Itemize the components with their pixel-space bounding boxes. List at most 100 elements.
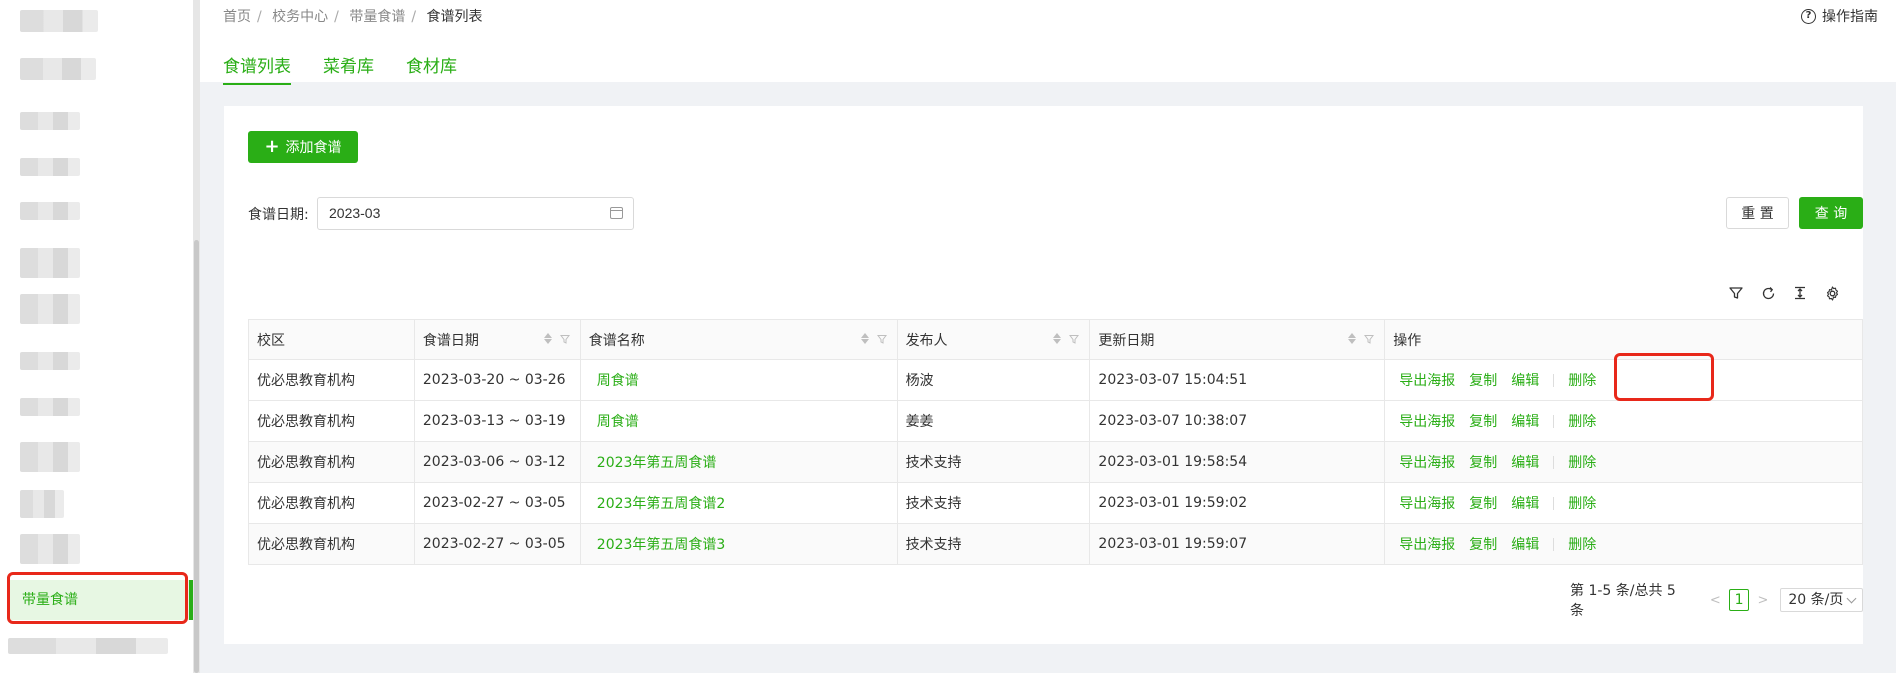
sort-icon xyxy=(543,333,552,344)
page-1-button[interactable]: 1 xyxy=(1728,589,1750,611)
next-page-icon[interactable]: > xyxy=(1757,593,1768,608)
cell-updated: 2023-03-07 15:04:51 xyxy=(1089,359,1386,401)
sidebar-item-blurred[interactable] xyxy=(20,534,80,564)
export-poster-link[interactable]: 导出海报 xyxy=(1399,493,1455,513)
sort-filter-icons[interactable] xyxy=(860,333,887,344)
sort-filter-icons[interactable] xyxy=(543,333,570,344)
export-poster-link[interactable]: 导出海报 xyxy=(1399,411,1455,431)
sidebar-item-blurred[interactable] xyxy=(20,112,80,130)
cell-updated: 2023-03-07 10:38:07 xyxy=(1089,400,1386,442)
copy-link[interactable]: 复制 xyxy=(1469,411,1497,431)
sort-filter-icons[interactable] xyxy=(1053,333,1080,344)
sidebar-item-blurred[interactable] xyxy=(20,442,80,472)
sidebar-item-blurred[interactable] xyxy=(20,248,80,278)
export-poster-link[interactable]: 导出海报 xyxy=(1399,370,1455,390)
recipe-date-picker[interactable]: 2023-03 xyxy=(317,197,634,230)
action-divider xyxy=(1553,414,1555,428)
edit-link[interactable]: 编辑 xyxy=(1511,452,1539,472)
prev-page-icon[interactable]: < xyxy=(1710,593,1721,608)
page-size-select[interactable]: 20 条/页 xyxy=(1780,588,1863,612)
sidebar-item-blurred[interactable] xyxy=(20,294,80,324)
cell-campus: 优必思教育机构 xyxy=(248,441,415,483)
copy-link[interactable]: 复制 xyxy=(1469,493,1497,513)
delete-link[interactable]: 删除 xyxy=(1568,452,1596,472)
column-header-updated[interactable]: 更新日期 xyxy=(1089,319,1386,360)
sidebar-item-blurred[interactable] xyxy=(8,638,168,654)
sidebar-item-blurred[interactable] xyxy=(20,490,64,518)
recipe-name-link[interactable]: 2023年第五周食谱 xyxy=(580,441,898,483)
cell-recipe-date: 2023-02-27 ~ 03-05 xyxy=(414,523,581,565)
sidebar-item-blurred[interactable] xyxy=(20,58,96,80)
recipe-name-link[interactable]: 周食谱 xyxy=(580,400,898,442)
refresh-icon[interactable] xyxy=(1759,284,1777,302)
edit-link[interactable]: 编辑 xyxy=(1511,493,1539,513)
filter-icon[interactable] xyxy=(1727,284,1745,302)
sort-filter-icons[interactable] xyxy=(1348,333,1375,344)
tab-ingredient-library[interactable]: 食材库 xyxy=(406,52,457,85)
recipe-name-link[interactable]: 2023年第五周食谱2 xyxy=(580,482,898,524)
table-row: 优必思教育机构 2023-02-27 ~ 03-05 2023年第五周食谱2 技… xyxy=(248,482,1863,524)
breadcrumb-home[interactable]: 首页 xyxy=(223,9,251,25)
sidebar-scroll-thumb[interactable] xyxy=(194,240,199,673)
sidebar-item-blurred[interactable] xyxy=(20,158,80,176)
guide-link[interactable]: ? 操作指南 xyxy=(1801,6,1878,26)
pagination: 第 1-5 条/总共 5 条 < 1 > 20 条/页 xyxy=(1570,580,1863,620)
cell-actions: 导出海报 复制 编辑 删除 xyxy=(1384,482,1863,524)
add-recipe-button[interactable]: + 添加食谱 xyxy=(248,131,358,163)
sidebar: 带量食谱 xyxy=(0,0,200,673)
breadcrumb-recipe[interactable]: 带量食谱 xyxy=(349,9,405,25)
delete-link[interactable]: 删除 xyxy=(1568,370,1596,390)
settings-icon[interactable] xyxy=(1823,284,1841,302)
cell-publisher: 技术支持 xyxy=(897,523,1091,565)
column-height-icon[interactable] xyxy=(1791,284,1809,302)
sidebar-item-blurred[interactable] xyxy=(20,352,80,370)
header: 首页 / 校务中心 / 带量食谱 / 食谱列表 ? 操作指南 食谱列表 菜肴库 食材库 xyxy=(200,0,1896,85)
breadcrumb-current: 食谱列表 xyxy=(426,9,483,25)
sidebar-item-blurred[interactable] xyxy=(20,398,80,416)
delete-link[interactable]: 删除 xyxy=(1568,493,1596,513)
export-poster-link[interactable]: 导出海报 xyxy=(1399,452,1455,472)
action-divider xyxy=(1553,373,1555,387)
column-header-recipe-date[interactable]: 食谱日期 xyxy=(414,319,581,360)
sort-icon xyxy=(860,333,869,344)
cell-campus: 优必思教育机构 xyxy=(248,523,415,565)
date-value: 2023-03 xyxy=(329,205,381,221)
edit-link[interactable]: 编辑 xyxy=(1511,534,1539,554)
sort-icon xyxy=(1053,333,1062,344)
copy-link[interactable]: 复制 xyxy=(1469,452,1497,472)
cell-actions: 导出海报 复制 编辑 删除 xyxy=(1384,523,1863,565)
tab-dish-library[interactable]: 菜肴库 xyxy=(323,52,374,85)
export-poster-link[interactable]: 导出海报 xyxy=(1399,534,1455,554)
breadcrumb-separator: / xyxy=(257,9,262,25)
edit-link[interactable]: 编辑 xyxy=(1511,370,1539,390)
recipe-name-link[interactable]: 周食谱 xyxy=(580,359,898,401)
highlight-box xyxy=(7,572,188,624)
breadcrumb: 首页 / 校务中心 / 带量食谱 / 食谱列表 xyxy=(223,6,489,26)
cell-actions: 导出海报 复制 编辑 删除 xyxy=(1384,441,1863,483)
delete-link[interactable]: 删除 xyxy=(1568,411,1596,431)
cell-recipe-date: 2023-03-13 ~ 03-19 xyxy=(414,400,581,442)
sort-icon xyxy=(1348,333,1357,344)
tab-bar: 食谱列表 菜肴库 食材库 xyxy=(223,52,457,85)
column-header-actions: 操作 xyxy=(1384,319,1863,360)
sidebar-item-blurred[interactable] xyxy=(20,202,80,220)
reset-button[interactable]: 重 置 xyxy=(1726,197,1789,229)
breadcrumb-campus[interactable]: 校务中心 xyxy=(272,9,328,25)
table-row: 优必思教育机构 2023-03-06 ~ 03-12 2023年第五周食谱 技术… xyxy=(248,441,1863,483)
recipe-date-label: 食谱日期: xyxy=(248,207,309,223)
recipe-table: 校区 食谱日期 食谱名称 发布人 更新日期 操作 优必思教育机构 2023-03… xyxy=(248,319,1863,565)
recipe-name-link[interactable]: 2023年第五周食谱3 xyxy=(580,523,898,565)
action-divider xyxy=(1553,455,1555,469)
delete-link[interactable]: 删除 xyxy=(1568,534,1596,554)
guide-label: 操作指南 xyxy=(1822,9,1878,25)
query-button[interactable]: 查 询 xyxy=(1799,197,1863,229)
copy-link[interactable]: 复制 xyxy=(1469,534,1497,554)
cell-campus: 优必思教育机构 xyxy=(248,359,415,401)
tab-recipe-list[interactable]: 食谱列表 xyxy=(223,52,291,85)
plus-icon: + xyxy=(264,136,280,157)
sidebar-item-blurred[interactable] xyxy=(20,10,98,32)
copy-link[interactable]: 复制 xyxy=(1469,370,1497,390)
column-header-recipe-name[interactable]: 食谱名称 xyxy=(580,319,898,360)
edit-link[interactable]: 编辑 xyxy=(1511,411,1539,431)
column-header-publisher[interactable]: 发布人 xyxy=(897,319,1091,360)
